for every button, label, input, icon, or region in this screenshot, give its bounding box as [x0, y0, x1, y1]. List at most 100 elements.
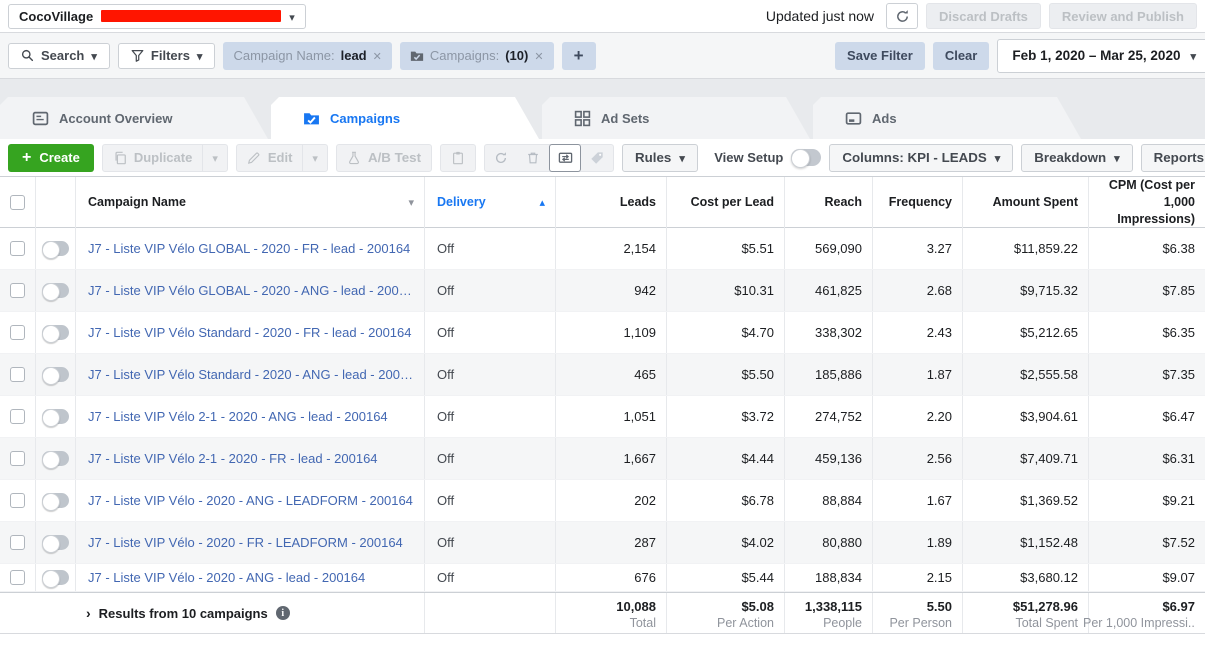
- filter-chip-campaign-name[interactable]: Campaign Name: lead: [223, 42, 391, 70]
- add-filter-button[interactable]: [562, 42, 596, 70]
- campaign-name-link[interactable]: J7 - Liste VIP Vélo 2-1 - 2020 - FR - le…: [88, 451, 378, 466]
- campaign-status-toggle[interactable]: [42, 451, 69, 466]
- refresh-button[interactable]: [886, 3, 918, 29]
- header-campaign-name[interactable]: Campaign Name: [76, 177, 425, 228]
- reports-button[interactable]: Reports: [1141, 144, 1205, 172]
- duplicate-button[interactable]: Duplicate: [103, 145, 203, 171]
- total-amount-spent-label: Total Spent: [1015, 616, 1078, 630]
- select-all-checkbox[interactable]: [10, 195, 25, 210]
- tab-label: Ads: [872, 111, 897, 126]
- info-icon[interactable]: [276, 606, 290, 620]
- campaign-status-toggle[interactable]: [42, 367, 69, 382]
- footer-reach-cell: 1,338,115 People: [785, 593, 873, 633]
- campaign-status-toggle[interactable]: [42, 283, 69, 298]
- filters-button[interactable]: Filters: [118, 43, 216, 69]
- expand-results-icon[interactable]: [86, 605, 91, 621]
- row-checkbox[interactable]: [10, 493, 25, 508]
- clipboard-button[interactable]: [440, 144, 476, 172]
- campaign-name-link[interactable]: J7 - Liste VIP Vélo - 2020 - ANG - LEADF…: [88, 493, 413, 508]
- filters-label: Filters: [151, 48, 190, 63]
- header-leads[interactable]: Leads: [556, 177, 667, 228]
- tab-ads[interactable]: Ads: [813, 97, 1081, 139]
- row-checkbox[interactable]: [10, 367, 25, 382]
- row-checkbox[interactable]: [10, 325, 25, 340]
- tag-icon: [590, 151, 604, 165]
- account-selector[interactable]: CocoVillage: [8, 4, 306, 29]
- review-and-publish-button[interactable]: Review and Publish: [1049, 3, 1197, 29]
- amount-spent-cell: $3,904.61: [963, 396, 1089, 437]
- reach-cell: 569,090: [785, 228, 873, 269]
- edit-button[interactable]: Edit: [237, 145, 303, 171]
- tab-ad-sets[interactable]: Ad Sets: [542, 97, 810, 139]
- campaign-status-toggle[interactable]: [42, 570, 69, 585]
- row-checkbox[interactable]: [10, 283, 25, 298]
- rules-button[interactable]: Rules: [622, 144, 698, 172]
- campaign-name-link[interactable]: J7 - Liste VIP Vélo GLOBAL - 2020 - ANG …: [88, 283, 416, 298]
- chevron-down-icon: [91, 48, 97, 63]
- row-toggle-cell: [36, 564, 76, 591]
- filter-chip-campaigns[interactable]: Campaigns: (10): [400, 42, 554, 70]
- columns-button[interactable]: Columns: KPI - LEADS: [829, 144, 1013, 172]
- remove-filter-icon[interactable]: [373, 48, 382, 63]
- total-leads-label: Total: [630, 616, 656, 630]
- row-checkbox[interactable]: [10, 409, 25, 424]
- view-setup-control: View Setup: [714, 149, 821, 166]
- search-button[interactable]: Search: [8, 43, 110, 69]
- tab-campaigns[interactable]: Campaigns: [271, 97, 539, 139]
- preview-button[interactable]: [549, 144, 581, 172]
- row-checkbox[interactable]: [10, 535, 25, 550]
- row-toggle-cell: [36, 438, 76, 479]
- refresh-icon: [895, 9, 910, 24]
- table-footer-row: Results from 10 campaigns 10,088 Total $…: [0, 592, 1205, 634]
- cost-per-lead-cell: $6.78: [667, 480, 785, 521]
- table-row: J7 - Liste VIP Vélo GLOBAL - 2020 - FR -…: [0, 228, 1205, 270]
- tag-button[interactable]: [581, 144, 613, 172]
- campaign-name-link[interactable]: J7 - Liste VIP Vélo Standard - 2020 - AN…: [88, 367, 416, 382]
- campaign-status-toggle[interactable]: [42, 409, 69, 424]
- table-row: J7 - Liste VIP Vélo Standard - 2020 - FR…: [0, 312, 1205, 354]
- save-filter-button[interactable]: Save Filter: [835, 42, 925, 70]
- header-delivery[interactable]: Delivery: [425, 177, 556, 228]
- header-reach[interactable]: Reach: [785, 177, 873, 228]
- campaign-name-link[interactable]: J7 - Liste VIP Vélo GLOBAL - 2020 - FR -…: [88, 241, 410, 256]
- breakdown-button[interactable]: Breakdown: [1021, 144, 1132, 172]
- header-cpm[interactable]: CPM (Cost per 1,000 Impressions): [1089, 177, 1205, 228]
- tab-label: Ad Sets: [601, 111, 649, 126]
- edit-menu-button[interactable]: [302, 145, 327, 171]
- campaign-name-cell: J7 - Liste VIP Vélo GLOBAL - 2020 - ANG …: [76, 270, 425, 311]
- avg-frequency-label: Per Person: [889, 616, 952, 630]
- row-checkbox[interactable]: [10, 570, 25, 585]
- discard-drafts-button[interactable]: Discard Drafts: [926, 3, 1041, 29]
- tab-account-overview[interactable]: Account Overview: [0, 97, 268, 139]
- campaign-name-link[interactable]: J7 - Liste VIP Vélo - 2020 - ANG - lead …: [88, 570, 365, 585]
- clear-filter-button[interactable]: Clear: [933, 42, 990, 70]
- campaign-status-toggle[interactable]: [42, 535, 69, 550]
- sort-ascending-icon: [539, 195, 545, 209]
- row-toggle-cell: [36, 270, 76, 311]
- row-checkbox[interactable]: [10, 241, 25, 256]
- header-frequency[interactable]: Frequency: [873, 177, 963, 228]
- campaign-name-link[interactable]: J7 - Liste VIP Vélo 2-1 - 2020 - ANG - l…: [88, 409, 388, 424]
- campaign-name-link[interactable]: J7 - Liste VIP Vélo - 2020 - FR - LEADFO…: [88, 535, 403, 550]
- amount-spent-cell: $1,152.48: [963, 522, 1089, 563]
- header-cost-per-lead[interactable]: Cost per Lead: [667, 177, 785, 228]
- tab-label: Account Overview: [59, 111, 172, 126]
- header-amount-spent[interactable]: Amount Spent: [963, 177, 1089, 228]
- filter-bar-left: Search Filters Campaign Name: lead Campa…: [8, 42, 596, 70]
- campaign-status-toggle[interactable]: [42, 241, 69, 256]
- chevron-down-icon: [197, 48, 203, 63]
- create-button[interactable]: Create: [8, 144, 94, 172]
- remove-filter-icon[interactable]: [534, 48, 543, 63]
- ab-test-button[interactable]: A/B Test: [336, 144, 432, 172]
- delete-button[interactable]: [517, 144, 549, 172]
- campaign-status-toggle[interactable]: [42, 325, 69, 340]
- history-button[interactable]: [485, 144, 517, 172]
- view-setup-toggle[interactable]: [791, 149, 821, 166]
- duplicate-menu-button[interactable]: [202, 145, 227, 171]
- row-checkbox[interactable]: [10, 451, 25, 466]
- campaign-name-link[interactable]: J7 - Liste VIP Vélo Standard - 2020 - FR…: [88, 325, 412, 340]
- row-actions-group: [484, 144, 614, 172]
- date-range-picker[interactable]: Feb 1, 2020 – Mar 25, 2020: [997, 39, 1205, 73]
- delivery-cell: Off: [425, 228, 556, 269]
- campaign-status-toggle[interactable]: [42, 493, 69, 508]
